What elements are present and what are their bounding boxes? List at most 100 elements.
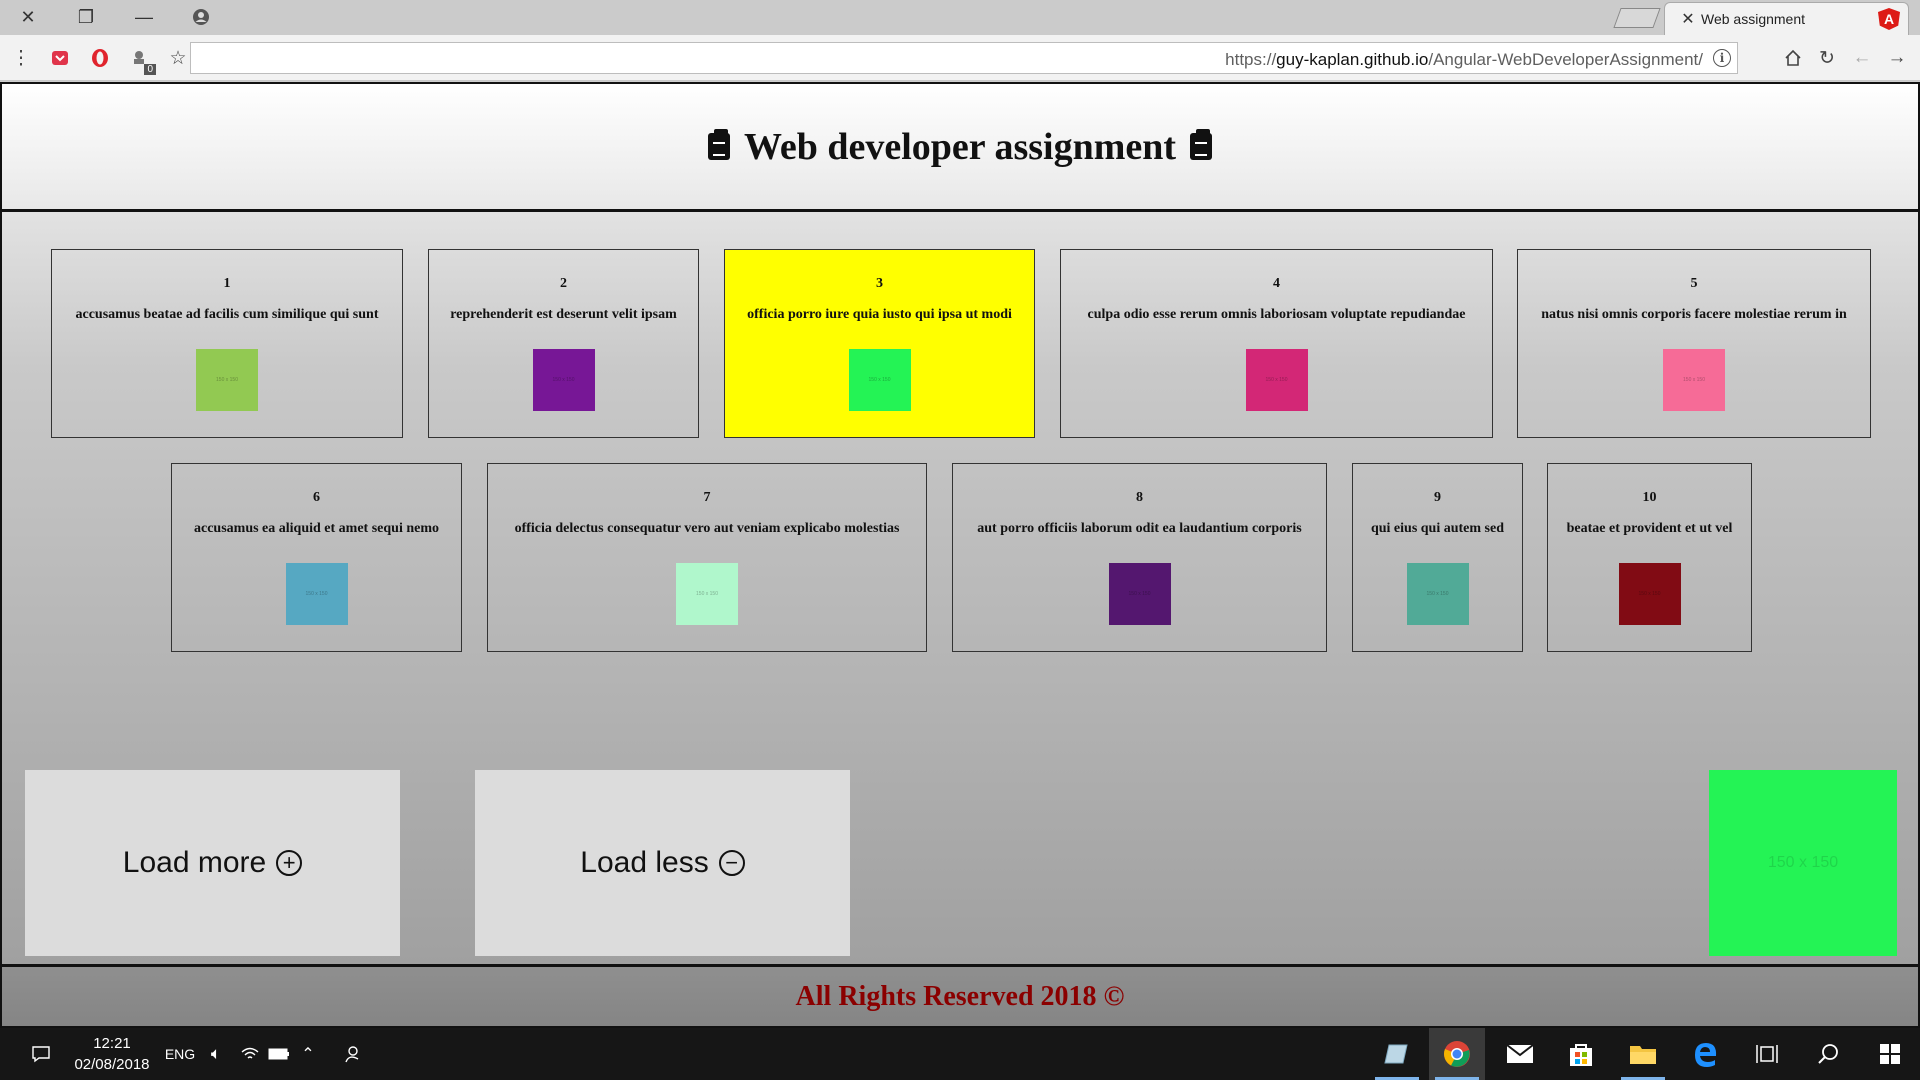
thumbnail-label: 150 x 150 xyxy=(1683,377,1705,383)
close-tab-icon[interactable]: ✕ xyxy=(1675,9,1701,29)
photo-card-title: reprehenderit est deserunt velit ipsam xyxy=(450,307,677,322)
photo-thumbnail[interactable]: 150 x 150 xyxy=(1663,349,1725,411)
photo-card-title: beatae et provident et ut vel xyxy=(1566,521,1733,536)
photo-card[interactable]: 3 officia porro iure quia iusto qui ipsa … xyxy=(724,249,1035,438)
volume-icon[interactable]: 🔈︎ xyxy=(204,1028,228,1080)
thumbnail-label: 150 x 150 xyxy=(868,377,891,383)
photo-thumbnail[interactable]: 150 x 150 xyxy=(196,349,258,411)
photo-card-id: 9 xyxy=(1434,490,1441,505)
page-title-text: Web developer assignment xyxy=(743,125,1177,168)
photo-thumbnail[interactable]: 150 x 150 xyxy=(1108,563,1171,625)
site-info-icon[interactable]: i xyxy=(1713,49,1731,67)
tab-title: Web assignment xyxy=(1701,11,1806,27)
address-bar[interactable]: https://guy-kaplan.github.io/Angular-Web… xyxy=(190,42,1738,74)
load-less-button[interactable]: Load less − xyxy=(475,770,850,956)
back-arrow-icon[interactable]: ← xyxy=(1849,45,1875,71)
page-title: Web developer assignment xyxy=(707,125,1213,169)
minimize-window-icon[interactable]: — xyxy=(129,3,159,31)
browser-toolbar: ⋮ 0 ☆ https://guy-kaplan.github.io/Angul… xyxy=(0,35,1920,81)
taskbar-start-icon[interactable] xyxy=(1862,1028,1918,1080)
taskbar-mail-icon[interactable] xyxy=(1492,1028,1548,1080)
photo-card-title: accusamus ea aliquid et amet sequi nemo xyxy=(194,521,439,536)
chevron-up-icon[interactable]: ⌃ xyxy=(297,1028,319,1080)
photo-card-id: 3 xyxy=(876,276,883,291)
reload-icon[interactable]: ↻ xyxy=(1814,45,1840,71)
photo-thumbnail[interactable]: 150 x 150 xyxy=(676,563,738,625)
photo-card[interactable]: 8 aut porro officiis laborum odit ea laud… xyxy=(952,463,1327,652)
action-center-icon[interactable] xyxy=(26,1028,56,1080)
thumbnail-label: 150 x 150 xyxy=(1265,377,1288,383)
restore-window-icon[interactable]: ❐ xyxy=(71,3,101,31)
selected-photo-preview: 150 x 150 xyxy=(1709,770,1897,956)
load-more-button[interactable]: Load more + xyxy=(25,770,400,956)
browser-titlebar: ✕ ❐ — ✕ Web assignment A xyxy=(0,0,1920,35)
photo-card[interactable]: 1 accusamus beatae ad facilis cum similiq… xyxy=(51,249,403,438)
photo-card-id: 7 xyxy=(703,490,711,505)
photo-card[interactable]: 10 beatae et provident et ut vel 150 x 150 xyxy=(1547,463,1752,652)
photo-card-id: 10 xyxy=(1642,490,1657,505)
taskbar-store-icon[interactable] xyxy=(1553,1028,1609,1080)
photo-card-title: culpa odio esse rerum omnis laboriosam v… xyxy=(1087,307,1466,322)
photo-card-id: 4 xyxy=(1273,276,1280,291)
clock[interactable]: 12:21 02/08/2018 xyxy=(72,1033,152,1075)
forward-arrow-icon[interactable]: → xyxy=(1884,45,1910,71)
close-window-icon[interactable]: ✕ xyxy=(13,3,43,31)
plus-circle-icon: + xyxy=(276,850,303,876)
bookmark-star-icon[interactable]: ☆ xyxy=(165,45,191,71)
photo-card-title: qui eius qui autem sed xyxy=(1370,521,1505,536)
photo-card[interactable]: 4 culpa odio esse rerum omnis laboriosam … xyxy=(1060,249,1493,438)
photo-card-id: 1 xyxy=(223,276,231,291)
photo-card-title: officia delectus consequatur vero aut ve… xyxy=(514,521,900,536)
photo-card[interactable]: 2 reprehenderit est deserunt velit ipsam 1… xyxy=(428,249,699,438)
extension-badge-icon[interactable]: 0 xyxy=(128,45,156,75)
tab-web-assignment[interactable]: ✕ Web assignment A xyxy=(1664,2,1909,35)
taskbar-notes-app-icon[interactable] xyxy=(1369,1028,1425,1080)
taskbar-edge-icon[interactable] xyxy=(1677,1028,1733,1080)
photo-thumbnail[interactable]: 150 x 150 xyxy=(285,563,348,625)
taskbar-task-view-icon[interactable] xyxy=(1739,1028,1795,1080)
thumbnail-label: 150 x 150 xyxy=(1426,591,1449,597)
windows-taskbar: 12:21 02/08/2018 ENG 🔈︎ ⌃ xyxy=(0,1028,1920,1080)
photo-thumbnail[interactable]: 150 x 150 xyxy=(532,349,595,411)
thumbnail-label: 150 x 150 xyxy=(1638,591,1661,597)
photo-card[interactable]: 9 qui eius qui autem sed 150 x 150 xyxy=(1352,463,1523,652)
load-more-label: Load more xyxy=(122,846,267,879)
pocket-extension-icon[interactable] xyxy=(47,45,73,71)
clipboard-icon xyxy=(1190,129,1213,160)
photo-thumbnail[interactable]: 150 x 150 xyxy=(1618,563,1681,625)
people-icon[interactable] xyxy=(340,1028,364,1080)
preview-label: 150 x 150 xyxy=(1767,854,1839,871)
page-container: Web developer assignment 1 accusamus beat… xyxy=(0,82,1920,1028)
clipboard-icon xyxy=(707,129,730,160)
wifi-icon[interactable] xyxy=(238,1028,262,1080)
photo-thumbnail[interactable]: 150 x 150 xyxy=(1245,349,1308,411)
new-tab-button[interactable] xyxy=(1613,8,1661,28)
taskbar-chrome-icon[interactable] xyxy=(1429,1028,1485,1080)
profile-icon[interactable] xyxy=(186,3,216,31)
thumbnail-label: 150 x 150 xyxy=(552,377,575,383)
thumbnail-label: 150 x 150 xyxy=(216,377,238,383)
home-icon[interactable] xyxy=(1780,45,1806,71)
photo-card[interactable]: 5 natus nisi omnis corporis facere molest… xyxy=(1517,249,1871,438)
thumbnail-label: 150 x 150 xyxy=(696,591,718,597)
battery-icon[interactable] xyxy=(266,1028,292,1080)
load-less-label: Load less xyxy=(580,846,709,879)
photo-card[interactable]: 7 officia delectus consequatur vero aut v… xyxy=(487,463,927,652)
photo-thumbnail[interactable]: 150 x 150 xyxy=(848,349,911,411)
clock-time: 12:21 xyxy=(93,1035,131,1052)
thumbnail-label: 150 x 150 xyxy=(305,591,328,597)
taskbar-search-icon[interactable] xyxy=(1800,1028,1856,1080)
photo-card-title: aut porro officiis laborum odit ea lauda… xyxy=(977,521,1302,536)
opera-extension-icon[interactable] xyxy=(87,45,113,71)
photo-thumbnail[interactable]: 150 x 150 xyxy=(1406,563,1469,625)
menu-kebab-icon[interactable]: ⋮ xyxy=(8,45,34,71)
photo-card-id: 6 xyxy=(313,490,320,505)
angular-favicon-icon: A xyxy=(1878,8,1900,30)
page-footer: All Rights Reserved 2018 © xyxy=(2,964,1918,1026)
taskbar-file-explorer-icon[interactable] xyxy=(1615,1028,1671,1080)
photo-card-title: natus nisi omnis corporis facere molesti… xyxy=(1541,307,1847,322)
language-indicator[interactable]: ENG xyxy=(165,1028,195,1080)
photo-card-title: accusamus beatae ad facilis cum similiqu… xyxy=(75,307,379,322)
photo-card[interactable]: 6 accusamus ea aliquid et amet sequi nemo… xyxy=(171,463,462,652)
thumbnail-label: 150 x 150 xyxy=(1128,591,1151,597)
